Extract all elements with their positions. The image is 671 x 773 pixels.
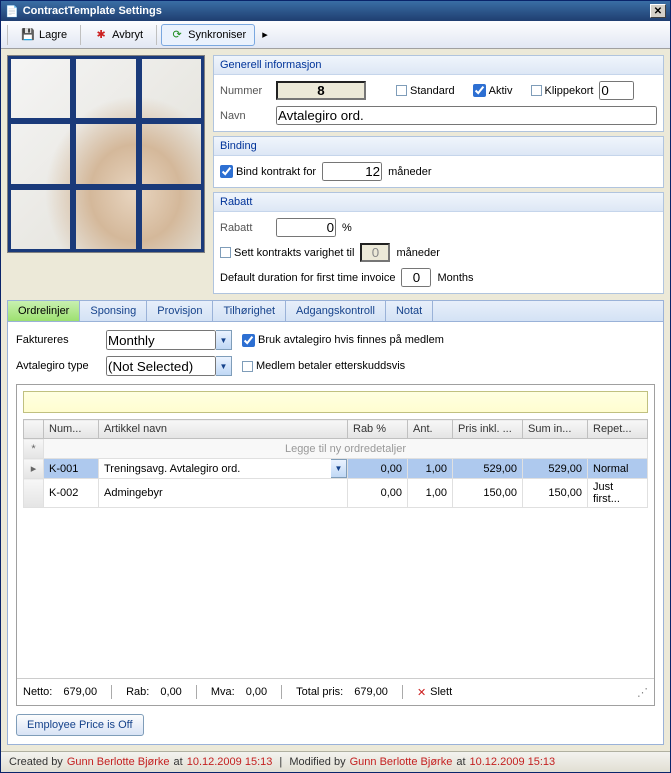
col-rab[interactable]: Rab %: [348, 420, 408, 439]
tab-adgangskontroll[interactable]: Adgangskontroll: [286, 301, 386, 321]
tab-sponsing[interactable]: Sponsing: [80, 301, 147, 321]
save-icon: 💾: [21, 28, 35, 42]
navn-label: Navn: [220, 110, 270, 122]
binding-group: Binding Bind kontrakt for måneder: [213, 136, 664, 188]
tab-provisjon[interactable]: Provisjon: [147, 301, 213, 321]
avtalegiro-type-label: Avtalegiro type: [16, 360, 96, 372]
rabatt-title: Rabatt: [214, 193, 663, 212]
tab-tilhorighet[interactable]: Tilhørighet: [213, 301, 286, 321]
default-duration-field[interactable]: [401, 268, 431, 287]
sync-button[interactable]: ⟳ Synkroniser: [161, 24, 255, 46]
tab-notat[interactable]: Notat: [386, 301, 433, 321]
employee-price-button[interactable]: Employee Price is Off: [16, 714, 144, 736]
statusbar: Created by Gunn Berlotte Bjørke at 10.12…: [1, 751, 670, 772]
default-duration-label: Default duration for first time invoice: [220, 272, 395, 284]
set-duration-checkbox[interactable]: Sett kontrakts varighet til: [220, 247, 354, 259]
klippekort-checkbox[interactable]: Klippekort: [531, 85, 594, 97]
binding-title: Binding: [214, 137, 663, 156]
col-num[interactable]: Num...: [44, 420, 99, 439]
new-row-placeholder[interactable]: Legge til ny ordredetaljer: [44, 439, 648, 459]
close-button[interactable]: ✕: [650, 4, 666, 18]
chevron-down-icon[interactable]: ▼: [216, 330, 232, 350]
cancel-button[interactable]: ✱ Avbryt: [85, 24, 152, 46]
sync-icon: ⟳: [170, 28, 184, 42]
col-ant[interactable]: Ant.: [408, 420, 453, 439]
general-title: Generell informasjon: [214, 56, 663, 75]
order-lines-table: Num... Artikkel navn Rab % Ant. Pris ink…: [23, 419, 648, 508]
faktureres-select[interactable]: [106, 330, 216, 350]
delete-icon: ✕: [417, 686, 426, 699]
table-row[interactable]: ▸K-001Treningsavg. Avtalegiro ord.▼0,001…: [24, 459, 648, 479]
klippekort-field[interactable]: [599, 81, 634, 100]
grid-footer: Netto: 679,00 Rab: 0,00 Mva: 0,00 Total …: [17, 678, 654, 705]
main-toolbar: 💾 Lagre ✱ Avbryt ⟳ Synkroniser ▸: [1, 21, 670, 49]
rabatt-group: Rabatt Rabatt % Sett kontrakts varighet …: [213, 192, 664, 294]
tabbar: Ordrelinjer Sponsing Provisjon Tilhørigh…: [8, 301, 663, 322]
chevron-down-icon[interactable]: ▼: [331, 459, 347, 478]
image-preview: [7, 55, 205, 253]
save-button[interactable]: 💾 Lagre: [12, 24, 76, 46]
col-artikkel[interactable]: Artikkel navn: [99, 420, 348, 439]
medlem-checkbox[interactable]: Medlem betaler etterskuddsvis: [242, 360, 405, 372]
number-field: [276, 81, 366, 100]
toolbar-overflow[interactable]: ▸: [257, 24, 273, 45]
cancel-icon: ✱: [94, 28, 108, 42]
number-label: Nummer: [220, 85, 270, 97]
resize-grip-icon: ⋰: [637, 686, 648, 699]
col-repet[interactable]: Repet...: [588, 420, 648, 439]
new-row-indicator: *: [24, 439, 44, 459]
sync-label: Synkroniser: [188, 29, 246, 41]
bind-months-field[interactable]: [322, 162, 382, 181]
titlebar: 📄 ContractTemplate Settings ✕: [1, 1, 670, 21]
navn-field[interactable]: [276, 106, 657, 125]
bind-unit: måneder: [388, 166, 431, 178]
general-group: Generell informasjon Nummer Standard Akt…: [213, 55, 664, 132]
faktureres-label: Faktureres: [16, 334, 96, 346]
grid-filter[interactable]: [23, 391, 648, 413]
col-pris[interactable]: Pris inkl. ...: [453, 420, 523, 439]
tab-ordrelinjer[interactable]: Ordrelinjer: [8, 301, 80, 321]
cancel-label: Avbryt: [112, 29, 143, 41]
standard-checkbox[interactable]: Standard: [396, 85, 455, 97]
table-row[interactable]: K-002Admingebyr0,001,00150,00150,00Just …: [24, 479, 648, 508]
delete-button[interactable]: ✕ Slett: [417, 686, 452, 699]
rabatt-field[interactable]: [276, 218, 336, 237]
bind-checkbox[interactable]: Bind kontrakt for: [220, 165, 316, 178]
aktiv-checkbox[interactable]: Aktiv: [473, 84, 513, 97]
set-duration-field: [360, 243, 390, 262]
avtalegiro-type-select[interactable]: [106, 356, 216, 376]
window-title: ContractTemplate Settings: [23, 5, 650, 17]
col-sum[interactable]: Sum in...: [523, 420, 588, 439]
chevron-down-icon[interactable]: ▼: [216, 356, 232, 376]
bruk-avtalegiro-checkbox[interactable]: Bruk avtalegiro hvis finnes på medlem: [242, 334, 444, 347]
app-icon: 📄: [5, 5, 19, 18]
rabatt-label: Rabatt: [220, 222, 270, 234]
save-label: Lagre: [39, 29, 67, 41]
